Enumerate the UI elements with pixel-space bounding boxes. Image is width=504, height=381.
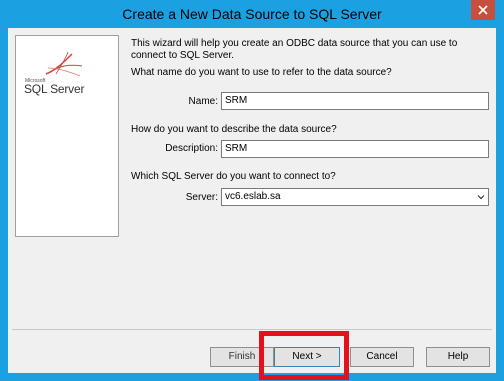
close-button[interactable] bbox=[471, 0, 495, 20]
sql-server-logo-icon bbox=[45, 51, 83, 77]
server-question: Which SQL Server do you want to connect … bbox=[131, 171, 336, 182]
chevron-down-icon[interactable] bbox=[476, 192, 486, 202]
logo-panel: Microsoft SQL Server bbox=[15, 35, 119, 237]
next-button-highlight bbox=[259, 331, 349, 380]
intro-text: This wizard will help you create an ODBC… bbox=[131, 38, 458, 61]
title-bar[interactable]: Create a New Data Source to SQL Server bbox=[0, 0, 504, 28]
name-question: What name do you want to use to refer to… bbox=[131, 67, 392, 78]
server-value: vc6.eslab.sa bbox=[225, 191, 281, 202]
server-dropdown[interactable]: vc6.eslab.sa bbox=[221, 188, 489, 206]
name-input[interactable]: SRM bbox=[221, 92, 489, 110]
description-question: How do you want to describe the data sou… bbox=[131, 124, 337, 135]
cancel-button[interactable]: Cancel bbox=[350, 347, 414, 367]
button-separator bbox=[12, 329, 492, 330]
logo-product-text: SQL Server bbox=[24, 82, 85, 96]
window-title: Create a New Data Source to SQL Server bbox=[122, 6, 382, 22]
dialog-body: Microsoft SQL Server This wizard will he… bbox=[8, 28, 496, 373]
description-input[interactable]: SRM bbox=[221, 140, 489, 158]
help-button[interactable]: Help bbox=[426, 347, 490, 367]
dialog-window: Create a New Data Source to SQL Server M… bbox=[0, 0, 504, 381]
close-icon bbox=[478, 5, 488, 15]
name-label: Name: bbox=[188, 96, 218, 107]
server-label: Server: bbox=[185, 192, 218, 203]
description-label: Description: bbox=[165, 143, 218, 154]
